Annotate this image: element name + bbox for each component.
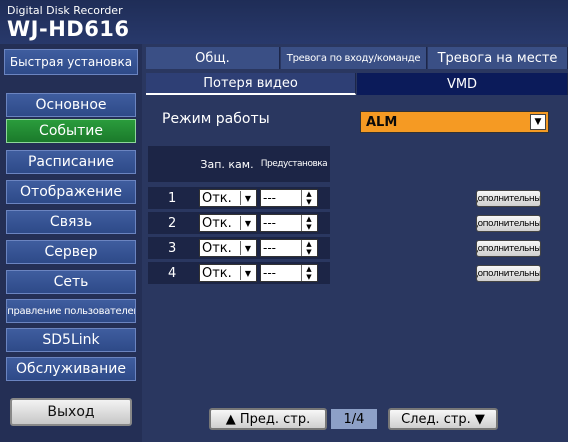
spin-down-icon[interactable]: ▼	[301, 223, 316, 231]
preset-value: ---	[263, 266, 276, 280]
preset-spinner[interactable]: --- ▲ ▼	[260, 239, 318, 257]
table-header-preset: Предустановка	[258, 146, 330, 182]
recording-select[interactable]: Отк. ▼	[199, 189, 257, 207]
quick-setup-button[interactable]: Быстрая установка	[4, 49, 138, 75]
sidebar-item-display[interactable]: Отображение	[6, 180, 136, 204]
table-header-num	[148, 146, 196, 182]
chevron-down-icon[interactable]: ▼	[240, 191, 255, 205]
preset-value: ---	[263, 241, 276, 255]
row-number: 3	[148, 237, 196, 259]
chevron-down-icon[interactable]: ▼	[240, 216, 255, 230]
advanced-button[interactable]: Дополнительные	[476, 265, 541, 282]
tab-general[interactable]: Общ.	[146, 47, 280, 69]
tab-video-loss[interactable]: Потеря видео	[146, 73, 356, 95]
spin-down-icon[interactable]: ▼	[301, 248, 316, 256]
recording-value: Отк.	[202, 190, 232, 206]
spin-up-icon[interactable]: ▲	[301, 265, 316, 273]
model-title: WJ-HD616	[7, 17, 130, 41]
preset-spinner[interactable]: --- ▲ ▼	[260, 264, 318, 282]
spin-down-icon[interactable]: ▼	[301, 198, 316, 206]
spin-down-icon[interactable]: ▼	[301, 273, 316, 281]
advanced-button[interactable]: Дополнительные	[476, 215, 541, 232]
mode-value: ALM	[366, 114, 398, 130]
chevron-down-icon[interactable]: ▼	[240, 241, 255, 255]
preset-spinner[interactable]: --- ▲ ▼	[260, 214, 318, 232]
exit-button[interactable]: Выход	[10, 398, 132, 426]
recording-value: Отк.	[202, 265, 232, 281]
next-page-button[interactable]: След. стр. ▼	[388, 408, 498, 430]
sidebar-item-sd5link[interactable]: SD5Link	[6, 328, 136, 352]
preset-value: ---	[263, 216, 276, 230]
recording-value: Отк.	[202, 215, 232, 231]
sidebar-item-basic[interactable]: Основное	[6, 93, 136, 117]
sidebar: Быстрая установка Основное Событие Распи…	[0, 44, 142, 442]
tab-vmd[interactable]: VMD	[357, 73, 568, 95]
sidebar-item-schedule[interactable]: Расписание	[6, 150, 136, 174]
app-header: Digital Disk Recorder WJ-HD616	[0, 0, 568, 44]
spin-up-icon[interactable]: ▲	[301, 240, 316, 248]
preset-spinner[interactable]: --- ▲ ▼	[260, 189, 318, 207]
row-number: 2	[148, 212, 196, 234]
sidebar-item-maintenance[interactable]: Обслуживание	[6, 357, 136, 381]
recording-select[interactable]: Отк. ▼	[199, 264, 257, 282]
advanced-button[interactable]: Дополнительные	[476, 240, 541, 257]
mode-label: Режим работы	[162, 111, 270, 127]
recording-value: Отк.	[202, 240, 232, 256]
sidebar-item-server[interactable]: Сервер	[6, 240, 136, 264]
chevron-down-icon[interactable]: ▼	[530, 114, 546, 130]
recording-select[interactable]: Отк. ▼	[199, 239, 257, 257]
spin-up-icon[interactable]: ▲	[301, 190, 316, 198]
table-header-recording: Зап. кам.	[196, 146, 258, 182]
recording-select[interactable]: Отк. ▼	[199, 214, 257, 232]
sidebar-item-network[interactable]: Сеть	[6, 270, 136, 294]
page-indicator: 1/4	[331, 409, 377, 429]
tab-alarm-input-command[interactable]: Тревога по входу/команде	[281, 47, 427, 69]
mode-select[interactable]: ALM ▼	[360, 111, 549, 133]
sidebar-item-user-management[interactable]: Управление пользователем	[6, 299, 136, 323]
advanced-button[interactable]: Дополнительные	[476, 190, 541, 207]
sidebar-item-communication[interactable]: Связь	[6, 210, 136, 234]
tab-site-alarm[interactable]: Тревога на месте	[428, 47, 568, 69]
row-number: 1	[148, 187, 196, 209]
sidebar-item-event[interactable]: Событие	[6, 119, 136, 143]
preset-value: ---	[263, 191, 276, 205]
row-number: 4	[148, 262, 196, 284]
prev-page-button[interactable]: ▲ Пред. стр.	[209, 408, 327, 430]
spin-up-icon[interactable]: ▲	[301, 215, 316, 223]
product-subtitle: Digital Disk Recorder	[7, 4, 123, 17]
chevron-down-icon[interactable]: ▼	[240, 266, 255, 280]
